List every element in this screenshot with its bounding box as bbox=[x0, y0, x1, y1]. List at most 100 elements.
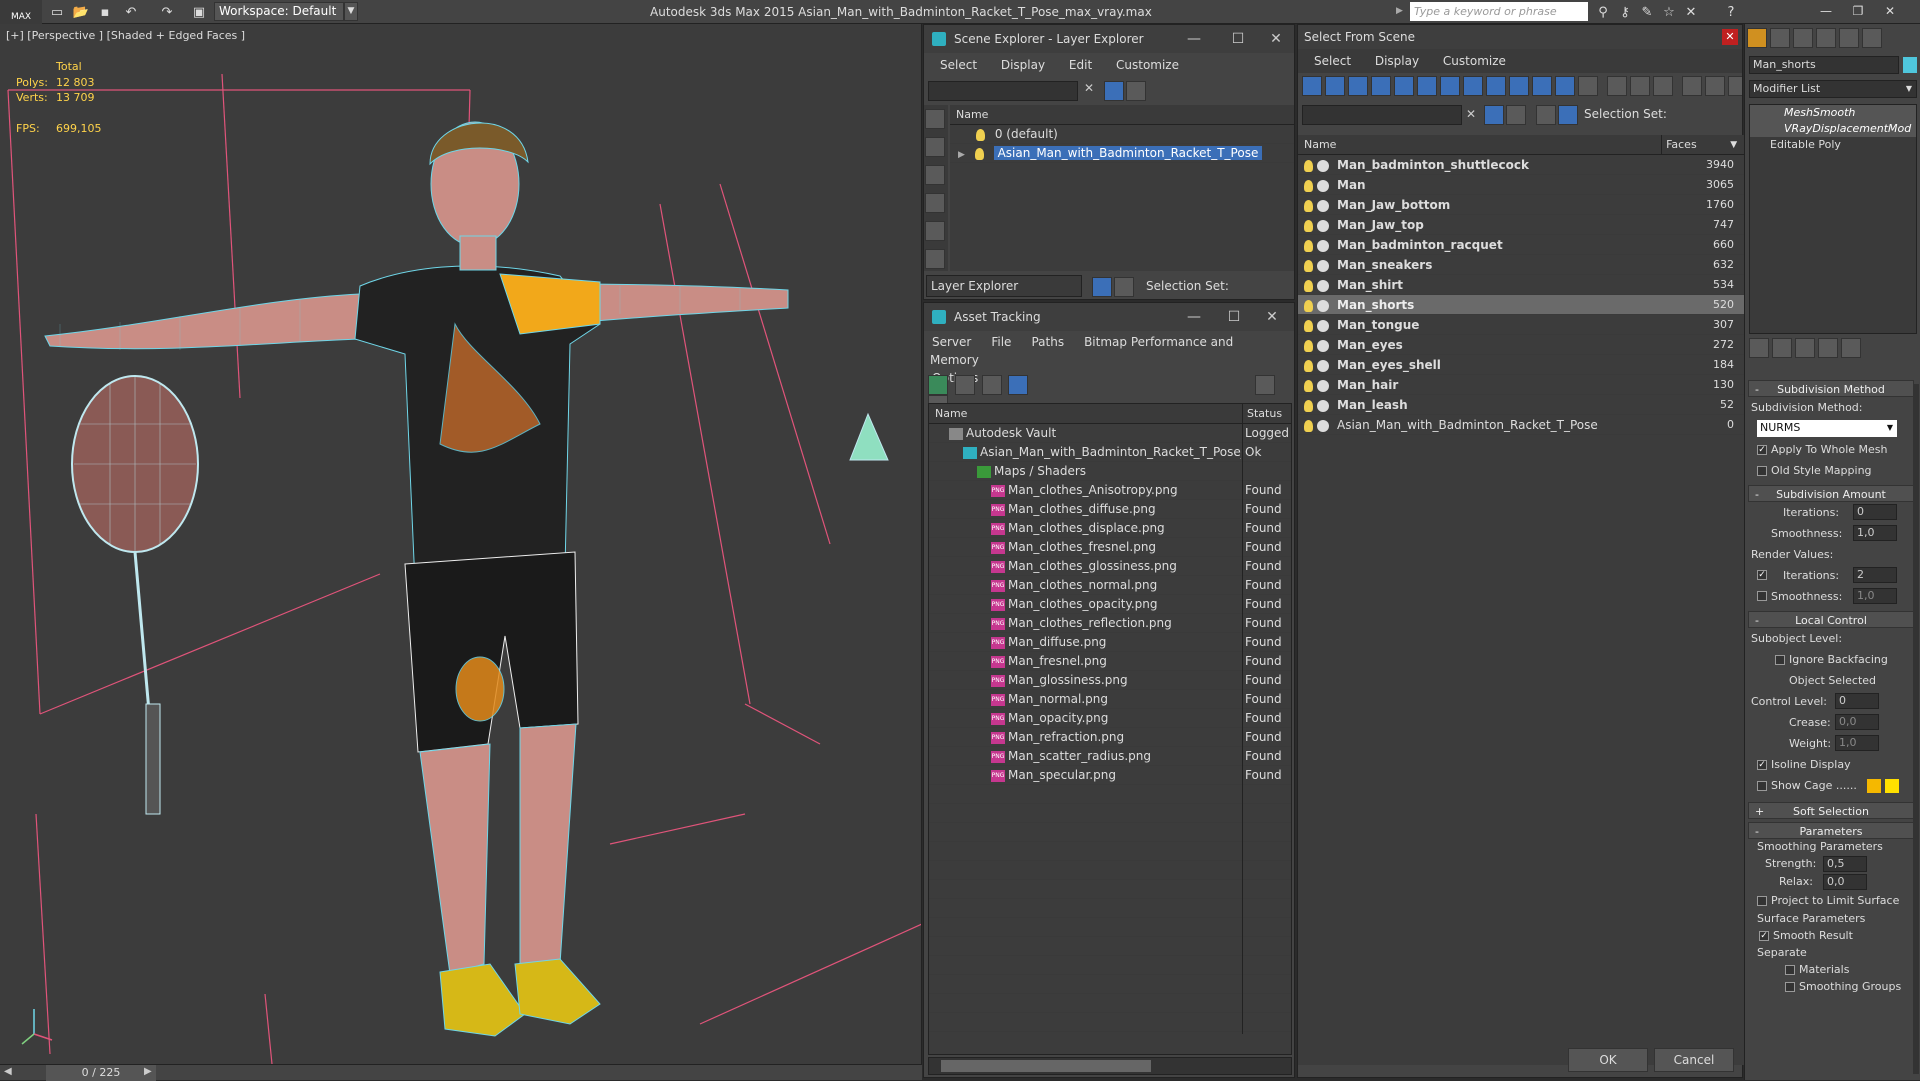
scene-explorer-search[interactable] bbox=[928, 81, 1078, 101]
render-smoothness-checkbox[interactable] bbox=[1757, 591, 1767, 601]
object-row[interactable]: Man 3065 bbox=[1298, 175, 1744, 195]
visibility-bulb-icon[interactable] bbox=[976, 128, 985, 141]
materials-checkbox[interactable] bbox=[1785, 965, 1795, 975]
old-style-mapping-checkbox[interactable] bbox=[1757, 466, 1767, 476]
ignore-backfacing-checkbox[interactable] bbox=[1775, 655, 1785, 665]
render-iterations-checkbox[interactable]: ✓ bbox=[1757, 570, 1767, 580]
object-row[interactable]: Man_shorts 520 bbox=[1298, 295, 1744, 315]
exchange-icon[interactable]: ✕ bbox=[1682, 3, 1700, 21]
next-frame-icon[interactable]: ▶ bbox=[144, 1066, 152, 1077]
hierarchy-tab-icon[interactable] bbox=[1793, 28, 1813, 48]
rollout-parameters[interactable]: - Parameters bbox=[1748, 822, 1914, 839]
create-tab-icon[interactable] bbox=[1747, 28, 1767, 48]
layer-icon[interactable] bbox=[1092, 277, 1112, 297]
object-row[interactable]: Man_hair 130 bbox=[1298, 375, 1744, 395]
materials-row[interactable]: Materials bbox=[1745, 961, 1917, 978]
asset-row[interactable]: PNG Man_normal.png Found bbox=[929, 690, 1291, 709]
minimize-icon[interactable]: — bbox=[1172, 25, 1216, 53]
key-icon[interactable]: ⚷ bbox=[1616, 3, 1634, 21]
layer-icon[interactable] bbox=[1536, 105, 1556, 125]
weight-spinner[interactable]: 1,0 bbox=[1835, 735, 1879, 751]
workspace-dropdown[interactable]: Workspace: Default bbox=[214, 2, 344, 21]
asset-row[interactable]: PNG Man_clothes_displace.png Found bbox=[929, 519, 1291, 538]
time-slider[interactable]: ◀ 0 / 225 ▶ bbox=[0, 1064, 922, 1081]
minimize-icon[interactable]: — bbox=[1172, 303, 1216, 331]
visibility-bulb-icon[interactable] bbox=[1304, 319, 1313, 332]
visibility-bulb-icon[interactable] bbox=[1304, 399, 1313, 412]
layer-row-asian-man[interactable]: ▶ Asian_Man_with_Badminton_Racket_T_Pose bbox=[950, 144, 1294, 163]
subscription-icon[interactable]: ✎ bbox=[1638, 3, 1656, 21]
object-row[interactable]: Man_sneakers 632 bbox=[1298, 255, 1744, 275]
object-row[interactable]: Man_tongue 307 bbox=[1298, 315, 1744, 335]
refresh-icon[interactable] bbox=[928, 375, 948, 395]
menu-edit[interactable]: Edit bbox=[1069, 58, 1092, 72]
asset-row[interactable]: PNG Man_clothes_glossiness.png Found bbox=[929, 557, 1291, 576]
command-panel-scrollbar[interactable] bbox=[1913, 384, 1919, 1074]
col-name[interactable]: Name bbox=[1304, 135, 1661, 154]
smoothness-spinner[interactable]: 1,0 bbox=[1853, 525, 1897, 541]
col-faces[interactable]: Faces bbox=[1661, 135, 1730, 154]
display-hidden-icon[interactable] bbox=[1555, 76, 1575, 96]
display-bones-icon[interactable] bbox=[1486, 76, 1506, 96]
render-iterations-spinner[interactable]: 2 bbox=[1853, 567, 1897, 583]
stack-item-meshsmooth[interactable]: MeshSmooth bbox=[1750, 105, 1916, 121]
crease-spinner[interactable]: 0,0 bbox=[1835, 714, 1879, 730]
stack-item-editable-poly[interactable]: Editable Poly bbox=[1750, 137, 1916, 153]
cancel-button[interactable]: Cancel bbox=[1654, 1048, 1734, 1072]
show-cage-row[interactable]: Show Cage ...... bbox=[1745, 775, 1917, 796]
project-limit-row[interactable]: Project to Limit Surface bbox=[1745, 891, 1917, 911]
pin-stack-icon[interactable] bbox=[1749, 338, 1769, 358]
binoculars-icon[interactable]: ⚲ bbox=[1594, 3, 1612, 21]
asset-row[interactable]: PNG Man_diffuse.png Found bbox=[929, 633, 1291, 652]
horizontal-scrollbar[interactable] bbox=[928, 1057, 1292, 1075]
display-spacewarps-icon[interactable] bbox=[1417, 76, 1437, 96]
asset-tracking-titlebar[interactable]: Asset Tracking — ☐ ✕ bbox=[924, 303, 1294, 331]
chevron-down-icon[interactable]: ▼ bbox=[1906, 81, 1912, 97]
visibility-bulb-icon[interactable] bbox=[1304, 379, 1313, 392]
display-lights-icon[interactable] bbox=[925, 193, 945, 213]
rollout-local-control[interactable]: - Local Control bbox=[1748, 611, 1914, 628]
display-cameras-icon[interactable] bbox=[1371, 76, 1391, 96]
object-name-field[interactable]: Man_shorts bbox=[1749, 56, 1899, 74]
old-style-mapping-row[interactable]: Old Style Mapping bbox=[1745, 460, 1917, 481]
show-end-result-icon[interactable] bbox=[1772, 338, 1792, 358]
motion-tab-icon[interactable] bbox=[1816, 28, 1836, 48]
visibility-bulb-icon[interactable] bbox=[1304, 339, 1313, 352]
visibility-bulb-icon[interactable] bbox=[1304, 359, 1313, 372]
close-icon[interactable]: ✕ bbox=[1254, 25, 1298, 53]
menu-customize[interactable]: Customize bbox=[1443, 54, 1506, 68]
apply-whole-mesh-row[interactable]: ✓ Apply To Whole Mesh bbox=[1745, 439, 1917, 460]
undo-icon[interactable]: ↶ bbox=[122, 3, 140, 21]
show-cage-checkbox[interactable] bbox=[1757, 781, 1767, 791]
maximize-icon[interactable]: ❐ bbox=[1842, 4, 1874, 18]
select-from-scene-titlebar[interactable]: Select From Scene ✕ bbox=[1298, 25, 1742, 49]
layer-column-name[interactable]: Name bbox=[950, 105, 1294, 125]
clear-search-icon[interactable]: ✕ bbox=[1084, 81, 1094, 95]
smoothing-groups-checkbox[interactable] bbox=[1785, 982, 1795, 992]
make-unique-icon[interactable] bbox=[1795, 338, 1815, 358]
menu-bitmap-performance[interactable]: Bitmap Performance and Memory bbox=[930, 335, 1233, 367]
object-row[interactable]: Asian_Man_with_Badminton_Racket_T_Pose 0 bbox=[1298, 415, 1744, 435]
close-icon[interactable]: ✕ bbox=[1722, 29, 1738, 45]
object-color-swatch[interactable] bbox=[1903, 57, 1917, 73]
asset-row[interactable]: PNG Man_clothes_fresnel.png Found bbox=[929, 538, 1291, 557]
asset-row[interactable]: Asian_Man_with_Badminton_Racket_T_Pose_m… bbox=[929, 443, 1291, 462]
select-none-icon[interactable] bbox=[1630, 76, 1650, 96]
save-icon[interactable]: ▪ bbox=[96, 3, 114, 21]
menu-select[interactable]: Select bbox=[940, 58, 977, 72]
remove-modifier-icon[interactable] bbox=[1818, 338, 1838, 358]
rollout-subdivision-amount[interactable]: - Subdivision Amount bbox=[1748, 485, 1914, 502]
utilities-tab-icon[interactable] bbox=[1862, 28, 1882, 48]
help-icon[interactable]: ? bbox=[1722, 3, 1740, 21]
search-input[interactable]: Type a keyword or phrase bbox=[1410, 2, 1588, 21]
expand-arrow-icon[interactable]: ▶ bbox=[1396, 6, 1403, 16]
display-frozen-icon[interactable] bbox=[1532, 76, 1552, 96]
smooth-result-row[interactable]: ✓ Smooth Result bbox=[1745, 927, 1917, 944]
visibility-bulb-icon[interactable] bbox=[1304, 179, 1313, 192]
filter-icon[interactable] bbox=[1104, 81, 1124, 101]
visibility-bulb-icon[interactable] bbox=[1304, 299, 1313, 312]
display-tab-icon[interactable] bbox=[1839, 28, 1859, 48]
redo-icon[interactable]: ↷ bbox=[158, 3, 176, 21]
object-row[interactable]: Man_badminton_racquet 660 bbox=[1298, 235, 1744, 255]
object-row[interactable]: Man_Jaw_bottom 1760 bbox=[1298, 195, 1744, 215]
